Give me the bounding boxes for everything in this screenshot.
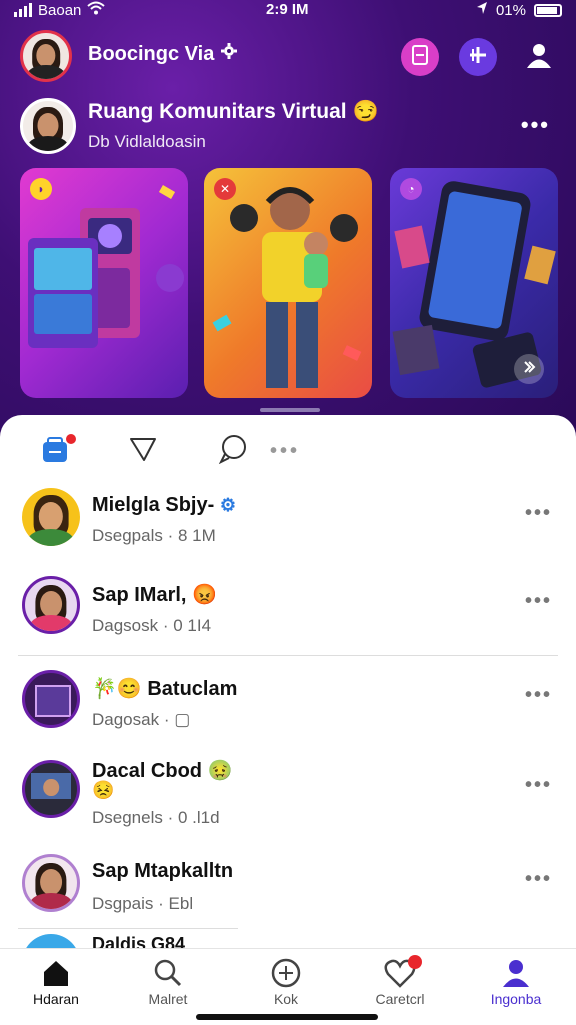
book-icon bbox=[411, 44, 429, 70]
tab-label: Caretcrl bbox=[375, 991, 425, 1007]
tab-send[interactable] bbox=[128, 434, 158, 469]
phone-card[interactable]: ◔ bbox=[390, 168, 558, 398]
tab-label: Hdaran bbox=[33, 991, 79, 1007]
chat-row[interactable]: 🎋😊 Batuclam Dagosak · ▢ ••• bbox=[0, 666, 576, 746]
tab-more[interactable]: ••• bbox=[270, 440, 300, 463]
person-icon bbox=[501, 958, 531, 991]
chat-more-button[interactable]: ••• bbox=[525, 684, 552, 707]
user-icon bbox=[525, 41, 553, 74]
signal-icon bbox=[14, 3, 32, 17]
drag-handle[interactable] bbox=[260, 408, 320, 412]
chat-name-text: Sap IMarl, bbox=[92, 584, 187, 606]
card-tag-icon: ◗ bbox=[30, 178, 52, 200]
chat-meta: Dsegpals · 8 1M bbox=[92, 526, 216, 545]
tab-search[interactable]: Malret bbox=[118, 957, 218, 1007]
tab-activity[interactable]: Caretcrl bbox=[350, 955, 450, 1007]
chat-name-text: Dacal Cbod bbox=[92, 760, 203, 782]
chat-avatar bbox=[22, 670, 80, 728]
chat-avatar bbox=[22, 934, 80, 948]
battery-icon bbox=[534, 3, 562, 17]
app-title: Boocingc Via bbox=[88, 42, 238, 66]
add-button[interactable] bbox=[459, 38, 497, 76]
arcade-card[interactable]: ◗ bbox=[20, 168, 188, 398]
tab-label: Kok bbox=[273, 991, 299, 1007]
card-tag-icon: ✕ bbox=[214, 178, 236, 200]
chat-name-text: Mielgla Sbjy- bbox=[92, 494, 215, 516]
send-icon bbox=[128, 438, 158, 468]
gear-icon bbox=[220, 42, 238, 66]
chat-more-button[interactable]: ••• bbox=[525, 502, 552, 525]
app-title-text: Boocingc Via bbox=[88, 42, 215, 65]
location-icon bbox=[476, 1, 488, 19]
tab-profile[interactable]: Ingonba bbox=[466, 957, 566, 1007]
chat-row-partial[interactable]: Daldis G84 bbox=[0, 930, 576, 948]
tab-comments[interactable] bbox=[218, 434, 248, 469]
tab-label: Malret bbox=[148, 991, 188, 1007]
tab-explore[interactable]: Kok bbox=[236, 957, 336, 1007]
chat-name: 🎋😊 Batuclam bbox=[92, 678, 238, 700]
account-button[interactable] bbox=[520, 38, 558, 76]
person-card[interactable]: ✕ bbox=[204, 168, 372, 398]
chat-emoji-secondary: 😣 bbox=[92, 780, 115, 800]
chat-row[interactable]: Sap Mtapkalltn Dsgpais · Ebl ••• bbox=[0, 850, 576, 930]
chat-avatar bbox=[22, 488, 80, 546]
community-title: Ruang Komunitars Virtual 😏 bbox=[88, 100, 379, 124]
chat-meta: Dsegnels · 0 .l1d bbox=[92, 808, 220, 827]
wifi-icon bbox=[87, 1, 106, 19]
profile-avatar[interactable] bbox=[20, 30, 72, 82]
arcade-illustration bbox=[28, 185, 184, 348]
inbox-icon bbox=[40, 437, 70, 468]
clock: 2:9 IM bbox=[266, 1, 309, 18]
community-title-text: Ruang Komunitars Virtual bbox=[88, 100, 347, 123]
home-icon bbox=[41, 958, 71, 991]
chat-name: Sap Mtapkalltn bbox=[92, 860, 234, 882]
tab-home[interactable]: Hdaran bbox=[6, 957, 106, 1007]
chat-emoji: 😡 bbox=[192, 584, 217, 606]
person-illustration bbox=[212, 187, 362, 388]
header-area: Baoan 2:9 IM 01% Boocingc Via Ruang Komu… bbox=[0, 0, 576, 440]
community-emoji: 😏 bbox=[352, 100, 379, 123]
chevron-right-icon bbox=[522, 360, 536, 379]
card-tag-icon: ◔ bbox=[400, 178, 422, 200]
chat-meta: Dagsosk · 0 1I4 bbox=[92, 616, 212, 635]
community-subtitle: Db Vidlaldoasin bbox=[88, 132, 206, 151]
home-indicator bbox=[196, 1014, 378, 1020]
status-bar: Baoan 2:9 IM 01% bbox=[0, 0, 576, 20]
book-button[interactable] bbox=[401, 38, 439, 76]
chat-name: Daldis G84 bbox=[92, 934, 186, 948]
tab-inbox[interactable] bbox=[40, 434, 76, 464]
chat-bubble-icon bbox=[218, 435, 248, 468]
chat-more-button[interactable]: ••• bbox=[525, 774, 552, 797]
community-more-button[interactable]: ••• bbox=[521, 112, 550, 138]
chat-name: Mielgla Sbjy- ⚙ bbox=[92, 494, 236, 517]
chat-more-button[interactable]: ••• bbox=[525, 590, 552, 613]
next-button[interactable] bbox=[514, 354, 544, 384]
chat-avatar bbox=[22, 854, 80, 912]
compass-icon bbox=[270, 957, 302, 992]
verified-badge-icon: ⚙ bbox=[219, 495, 236, 515]
chat-emoji: 🤢 bbox=[207, 760, 233, 782]
battery-percent: 01% bbox=[495, 1, 526, 19]
carrier-label: Baoan bbox=[38, 1, 82, 19]
chat-avatar bbox=[22, 576, 80, 634]
tab-label: Ingonba bbox=[490, 991, 542, 1007]
chat-meta: Dsgpais · Ebl bbox=[92, 894, 194, 913]
section-divider bbox=[18, 655, 558, 656]
chat-meta: Dagosak · ▢ bbox=[92, 710, 191, 729]
chat-row[interactable]: Mielgla Sbjy- ⚙ Dsegpals · 8 1M ••• bbox=[0, 484, 576, 564]
chat-row[interactable]: Sap IMarl, 😡 Dagsosk · 0 1I4 ••• bbox=[0, 572, 576, 652]
search-icon bbox=[153, 958, 183, 991]
plus-icon bbox=[468, 45, 488, 70]
section-divider bbox=[18, 928, 238, 929]
notification-dot bbox=[408, 955, 422, 969]
community-avatar[interactable] bbox=[20, 98, 76, 154]
feed-tabs: ••• bbox=[0, 430, 576, 470]
chat-more-button[interactable]: ••• bbox=[525, 868, 552, 891]
chat-name: Sap IMarl, 😡 bbox=[92, 582, 217, 607]
chat-row[interactable]: Dacal Cbod 🤢 😣 Dsegnels · 0 .l1d ••• bbox=[0, 754, 576, 834]
notification-dot bbox=[66, 434, 76, 444]
chat-avatar bbox=[22, 760, 80, 818]
